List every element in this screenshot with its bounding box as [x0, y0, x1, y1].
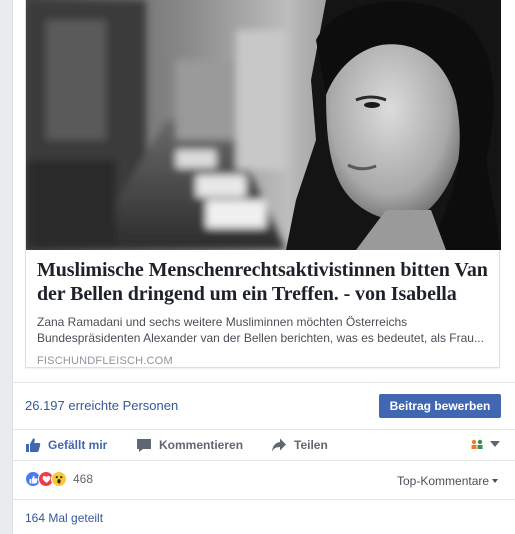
share-label: Teilen [294, 438, 328, 452]
share-button[interactable]: Teilen [271, 436, 328, 454]
chevron-down-icon [492, 479, 499, 483]
action-bar: Gefällt mir Kommentieren Teilen [13, 430, 515, 460]
divider [13, 460, 515, 461]
reach-link[interactable]: 26.197 erreichte Personen [25, 398, 178, 413]
preview-photo [26, 0, 501, 250]
preview-headline[interactable]: Muslimische Menschenrechtsaktivistinnen … [37, 258, 492, 306]
post-card: Muslimische Menschenrechtsaktivistinnen … [12, 0, 515, 534]
reaction-count: 468 [73, 472, 94, 486]
comment-icon [137, 439, 151, 452]
like-label: Gefällt mir [48, 438, 108, 452]
like-button[interactable]: Gefällt mir [25, 436, 107, 454]
page-avatar-icon [469, 438, 485, 450]
shares-link[interactable]: 164 Mal geteilt [25, 511, 103, 525]
comment-sort-label: Top-Kommentare [397, 474, 490, 488]
boost-post-button[interactable]: Beitrag bewerben [379, 394, 501, 418]
comment-sort-dropdown[interactable]: Top-Kommentare [397, 474, 499, 488]
preview-image[interactable] [26, 0, 501, 250]
share-arrow-icon [272, 438, 286, 452]
divider [13, 499, 515, 500]
divider [13, 382, 515, 383]
excerpt-line-2: Bundespräsidenten Alexander van der Bell… [37, 331, 484, 345]
preview-excerpt: Zana Ramadani und sechs weitere Muslimin… [37, 314, 492, 346]
comment-label: Kommentieren [159, 438, 244, 452]
preview-text: Muslimische Menschenrechtsaktivistinnen … [37, 258, 492, 367]
audience-selector[interactable] [469, 437, 500, 451]
excerpt-line-1: Zana Ramadani und sechs weitere Muslimin… [37, 315, 408, 329]
chevron-down-icon [490, 441, 500, 447]
reactions-summary[interactable]: 468 [25, 471, 93, 487]
comment-button[interactable]: Kommentieren [136, 436, 243, 454]
link-preview[interactable]: Muslimische Menschenrechtsaktivistinnen … [25, 0, 501, 368]
thumbs-up-icon [26, 438, 41, 452]
wow-reaction-icon [51, 471, 67, 487]
preview-domain: FISCHUNDFLEISCH.COM [37, 355, 173, 367]
